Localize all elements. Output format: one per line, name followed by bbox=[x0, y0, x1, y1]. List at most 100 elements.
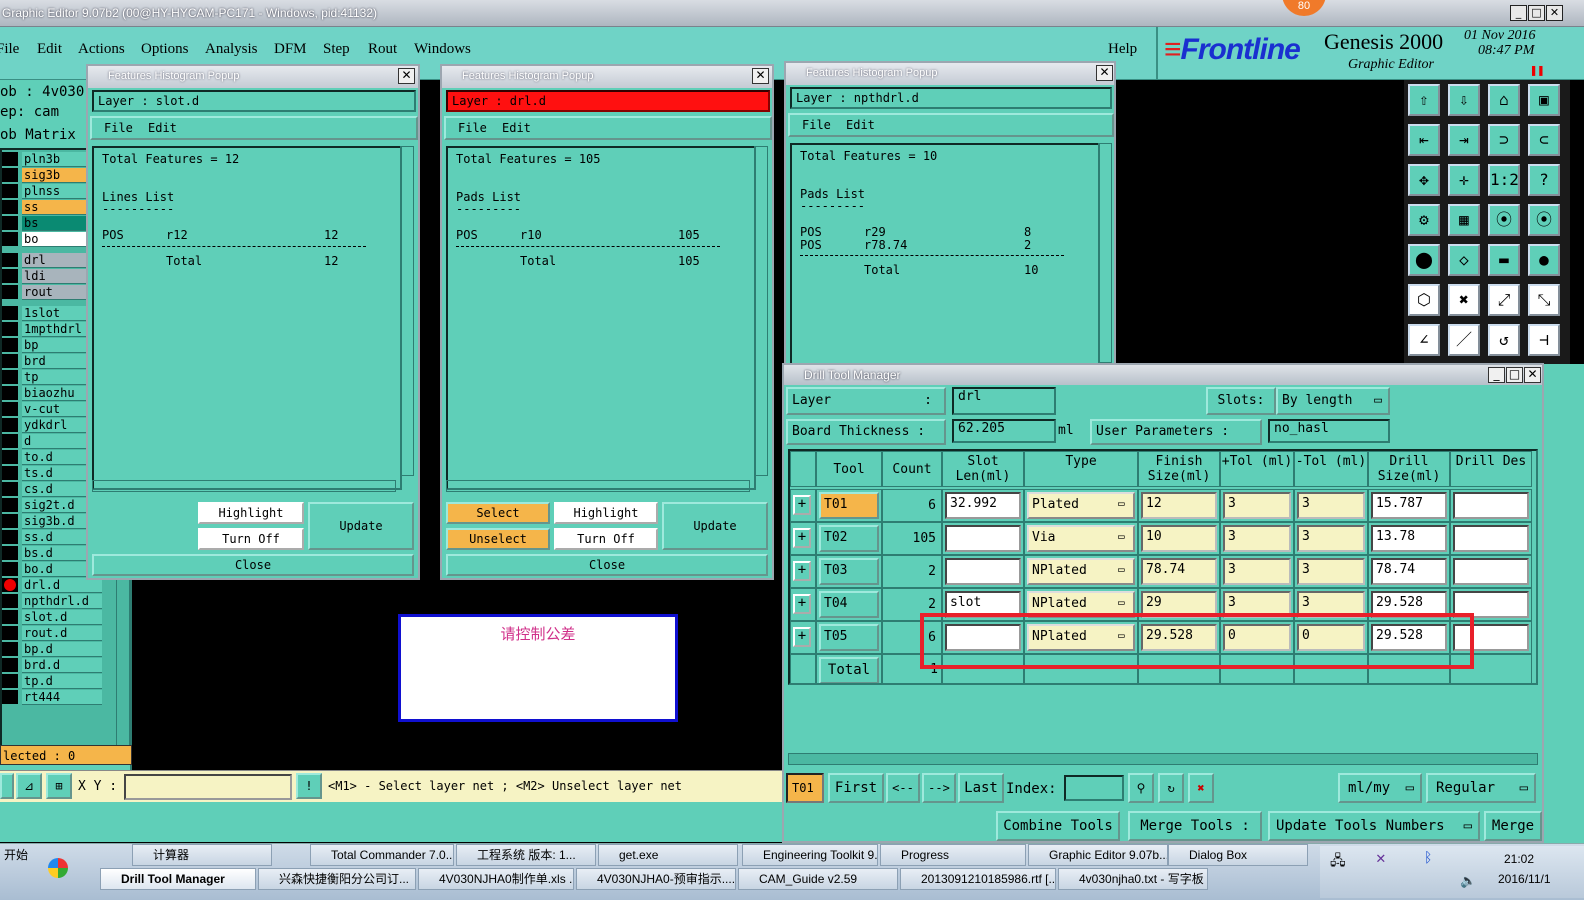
close-icon[interactable]: ✕ bbox=[1524, 367, 1541, 383]
layer-mark[interactable] bbox=[2, 642, 18, 656]
layer-mark[interactable] bbox=[2, 306, 18, 320]
close-icon[interactable]: ✕ bbox=[1096, 65, 1113, 81]
snap-icon[interactable]: ⦿ bbox=[1488, 204, 1520, 236]
delete-icon[interactable]: ✖ bbox=[1188, 773, 1214, 803]
measure-icon[interactable]: ⊿ bbox=[16, 773, 42, 799]
pan-right-icon[interactable]: ⇥ bbox=[1448, 124, 1480, 156]
menu-file[interactable]: File bbox=[458, 121, 487, 135]
layer-mark[interactable] bbox=[2, 546, 18, 560]
layer-item[interactable]: rt444 bbox=[22, 690, 102, 705]
layer-mark[interactable] bbox=[2, 386, 18, 400]
scale-icon[interactable]: 1:2 bbox=[1488, 164, 1520, 196]
close-icon[interactable]: ✕ bbox=[398, 68, 415, 84]
layer-mark[interactable] bbox=[2, 690, 18, 704]
layer-mark[interactable] bbox=[2, 322, 18, 336]
cell-finish[interactable]: 12 bbox=[1141, 492, 1217, 519]
expand-icon[interactable]: + bbox=[793, 561, 811, 581]
rotate-icon[interactable]: ↺ bbox=[1488, 324, 1520, 356]
menu-file[interactable]: File bbox=[802, 118, 831, 132]
menu-edit[interactable]: Edit bbox=[148, 121, 177, 135]
line-icon[interactable]: ／ bbox=[1448, 324, 1480, 356]
menu-options[interactable]: Options bbox=[141, 41, 189, 58]
horizontal-scrollbar[interactable] bbox=[788, 753, 1538, 765]
align-icon[interactable]: ⊣ bbox=[1528, 324, 1560, 356]
layer-item[interactable]: drl.d bbox=[22, 578, 102, 593]
taskbar-item[interactable]: 4V030NJHA0制作单.xls ... bbox=[418, 868, 574, 890]
menu-rout[interactable]: Rout bbox=[368, 41, 397, 58]
combine-tools-button[interactable]: Combine Tools bbox=[996, 811, 1120, 841]
vertical-scrollbar[interactable] bbox=[754, 146, 768, 476]
net-icon[interactable]: ⬡ bbox=[1408, 284, 1440, 316]
grid-icon[interactable]: ⊞ bbox=[46, 773, 72, 799]
layer-item[interactable]: brd.d bbox=[22, 658, 102, 673]
taskbar-item[interactable]: Graphic Editor 9.07b... bbox=[1028, 844, 1168, 866]
user-parameters-button[interactable]: User Parameters : bbox=[1090, 419, 1262, 445]
layer-mark[interactable] bbox=[2, 658, 18, 672]
cell-des[interactable] bbox=[1453, 525, 1529, 552]
taskbar-item[interactable]: Engineering Toolkit 9.... bbox=[742, 844, 878, 866]
taskbar-item[interactable]: 4V030NJHA0-预审指示.... bbox=[576, 868, 736, 890]
help-icon[interactable]: ? bbox=[1528, 164, 1560, 196]
taskbar-item[interactable]: Progress bbox=[880, 844, 1026, 866]
cell-drill[interactable]: 13.78 bbox=[1371, 525, 1447, 552]
layer-item[interactable]: npthdrl.d bbox=[22, 594, 102, 609]
menu-actions[interactable]: Actions bbox=[78, 41, 125, 58]
update-tools-numbers-select[interactable]: Update Tools Numbers ▭ bbox=[1268, 811, 1480, 841]
expand-icon[interactable]: + bbox=[793, 495, 811, 515]
menu-help[interactable]: Help bbox=[1108, 41, 1137, 58]
menu-edit[interactable]: Edit bbox=[502, 121, 531, 135]
layer-mark[interactable] bbox=[2, 674, 18, 688]
layer-mark[interactable] bbox=[2, 466, 18, 480]
horizontal-scrollbar[interactable] bbox=[446, 480, 750, 492]
ruler-icon[interactable]: ▬ bbox=[1488, 244, 1520, 276]
lightbulb-icon[interactable]: ⚲ bbox=[1128, 773, 1154, 803]
unselect-button[interactable]: Unselect bbox=[446, 528, 550, 550]
menu-step[interactable]: Step bbox=[323, 41, 350, 58]
pad-icon[interactable]: ⬤ bbox=[1408, 244, 1440, 276]
minimize-icon[interactable]: _ bbox=[1488, 367, 1505, 383]
polygon-icon[interactable]: ◇ bbox=[1448, 244, 1480, 276]
layer-mark[interactable] bbox=[2, 418, 18, 432]
taskbar-item[interactable]: 兴森快捷衡阳分公司订... bbox=[258, 868, 416, 890]
layer-item[interactable]: tp.d bbox=[22, 674, 102, 689]
close-icon[interactable]: ✕ bbox=[752, 68, 769, 84]
maximize-icon[interactable]: □ bbox=[1528, 5, 1545, 21]
horizontal-scrollbar[interactable] bbox=[92, 480, 396, 492]
layer-input[interactable]: drl bbox=[952, 387, 1056, 415]
bluetooth-icon[interactable]: ᛒ bbox=[1424, 850, 1432, 866]
layer-mark[interactable] bbox=[2, 216, 18, 230]
layer-mark[interactable] bbox=[2, 434, 18, 448]
fit-icon[interactable]: ▣ bbox=[1528, 84, 1560, 116]
zoom-out-icon[interactable]: ⇩ bbox=[1448, 84, 1480, 116]
active-layer-icon[interactable] bbox=[2, 578, 18, 592]
expand-icon[interactable]: + bbox=[793, 528, 811, 548]
expand-icon[interactable]: + bbox=[793, 627, 811, 647]
cell-ptol[interactable]: 3 bbox=[1223, 558, 1291, 585]
maximize-icon[interactable]: □ bbox=[1506, 367, 1523, 383]
layer-mark[interactable] bbox=[2, 184, 18, 198]
measure-icon[interactable]: ⤢ bbox=[1488, 284, 1520, 316]
settings-icon[interactable]: ⚙ bbox=[1408, 204, 1440, 236]
layer-mark[interactable] bbox=[2, 498, 18, 512]
redo-icon[interactable]: ⊂ bbox=[1528, 124, 1560, 156]
update-button[interactable]: Update bbox=[308, 502, 414, 550]
layer-mark[interactable] bbox=[2, 232, 18, 246]
update-button[interactable]: Update bbox=[662, 502, 768, 550]
cell-drill[interactable]: 78.74 bbox=[1371, 558, 1447, 585]
taskbar-item[interactable]: 工程系统 版本: 1... bbox=[456, 844, 596, 866]
cell-slot[interactable]: 32.992 bbox=[945, 492, 1021, 519]
zoom-in-icon[interactable]: ⇧ bbox=[1408, 84, 1440, 116]
menu-file[interactable]: File bbox=[0, 41, 19, 58]
cell-ptol[interactable]: 3 bbox=[1223, 492, 1291, 519]
close-icon[interactable]: ✕ bbox=[1546, 5, 1563, 21]
layer-mark[interactable] bbox=[2, 200, 18, 214]
layer-mark[interactable] bbox=[2, 338, 18, 352]
job-matrix-button[interactable]: ob Matrix bbox=[0, 127, 76, 143]
cell-drill[interactable]: 15.787 bbox=[1371, 492, 1447, 519]
expand-icon[interactable]: + bbox=[793, 594, 811, 614]
user-parameters-input[interactable]: no_hasl bbox=[1268, 419, 1390, 443]
measure-alt-icon[interactable]: ⤡ bbox=[1528, 284, 1560, 316]
cell-des[interactable] bbox=[1453, 558, 1529, 585]
taskbar-item[interactable]: 2013091210185986.rtf [... bbox=[900, 868, 1056, 890]
cell-slot[interactable] bbox=[945, 525, 1021, 552]
